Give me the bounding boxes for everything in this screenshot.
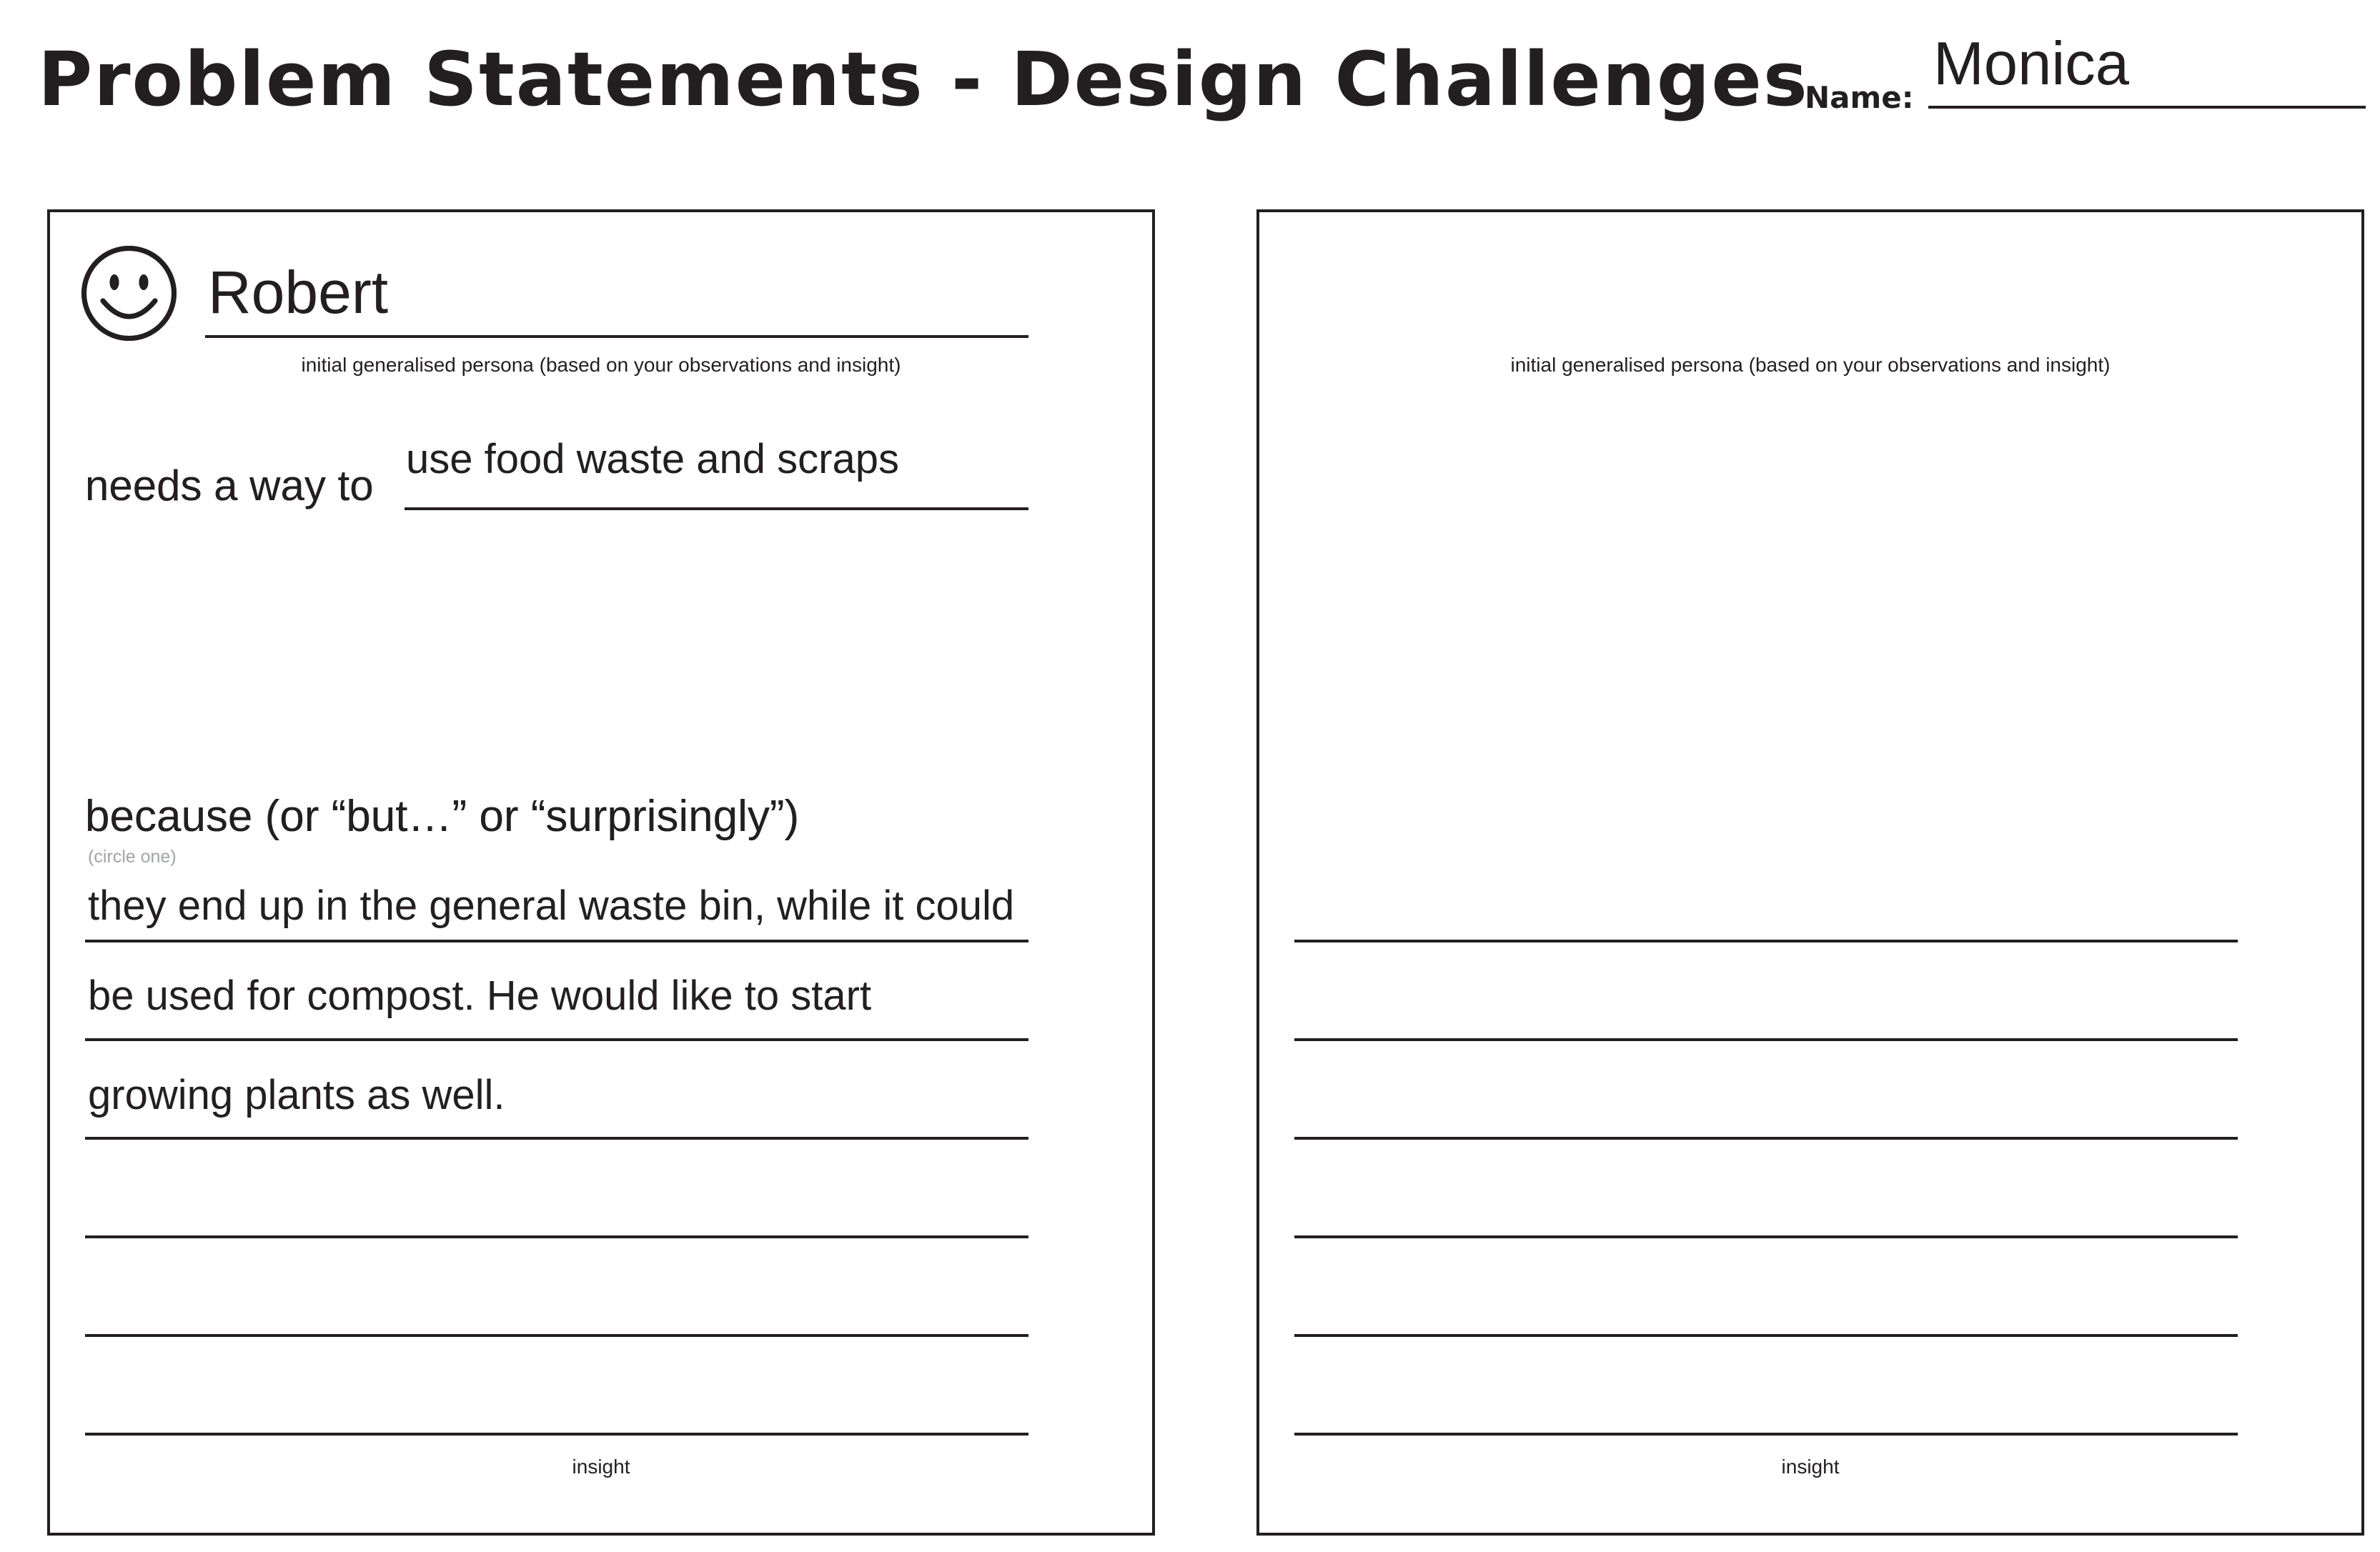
- insight-line: [85, 940, 1028, 942]
- insight-line: [85, 1235, 1028, 1238]
- smiley-icon: [81, 246, 177, 341]
- insight-line: [85, 1137, 1028, 1140]
- needs-label: needs a way to: [85, 462, 374, 509]
- insight-line: [85, 1038, 1028, 1041]
- needs-field[interactable]: use food waste and scraps: [406, 434, 899, 484]
- insight-line-text: growing plants as well.: [88, 1072, 505, 1118]
- problem-statement-card-2: initial generalised persona (based on yo…: [81, 209, 2364, 1536]
- insight-caption: insight: [572, 1456, 630, 1478]
- name-field-line: [1928, 106, 2366, 109]
- persona-field[interactable]: Robert: [208, 257, 388, 328]
- needs-field-line: [405, 507, 1028, 510]
- insight-line: [85, 1433, 1028, 1436]
- name-field[interactable]: Monica: [1933, 29, 2129, 100]
- persona-caption: initial generalised persona (based on yo…: [301, 354, 901, 376]
- insight-line: [1294, 1235, 2238, 1238]
- insight-line: [1294, 940, 2238, 942]
- insight-line: [1294, 1137, 2238, 1140]
- because-label: because (or “but…” or “surprisingly”): [85, 792, 800, 841]
- persona-caption: initial generalised persona (based on yo…: [1510, 354, 2111, 376]
- insight-line-text: they end up in the general waste bin, wh…: [88, 882, 1015, 929]
- insight-caption: insight: [1781, 1456, 1840, 1478]
- insight-line: [85, 1334, 1028, 1337]
- persona-field-line: [205, 335, 1028, 338]
- insight-line: [1294, 1038, 2238, 1041]
- page-title: Problem Statements - Design Challenges: [38, 36, 1809, 123]
- circle-one-hint: (circle one): [88, 847, 177, 867]
- insight-line-text: be used for compost. He would like to st…: [88, 973, 872, 1019]
- name-label: Name:: [1805, 80, 1914, 115]
- insight-line: [1294, 1433, 2238, 1436]
- insight-line: [1294, 1334, 2238, 1337]
- problem-statement-card-1: Robert initial generalised persona (base…: [47, 209, 1155, 1536]
